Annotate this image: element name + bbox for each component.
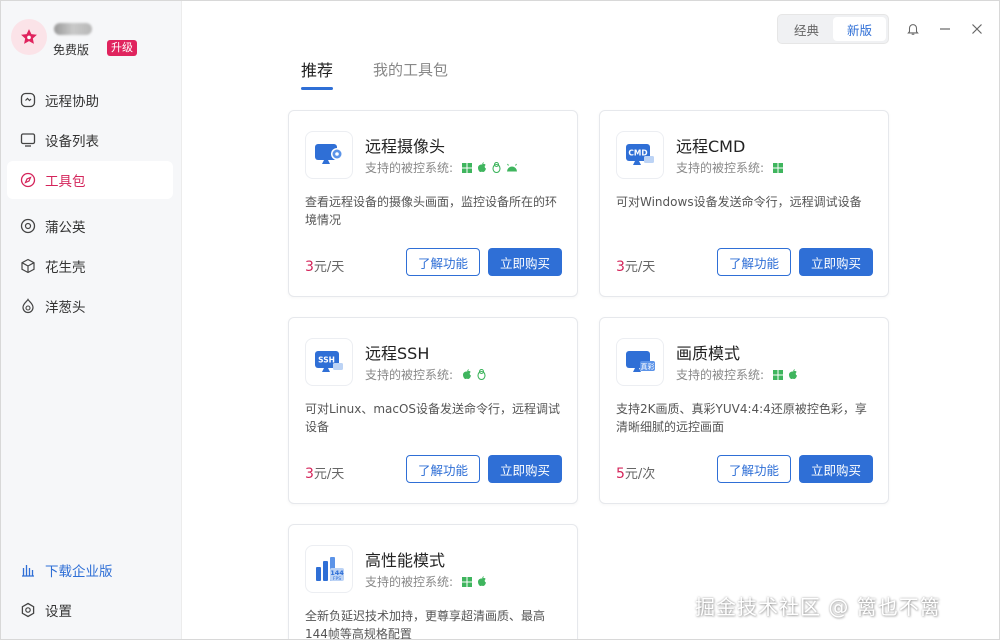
card-title: 高性能模式 <box>365 551 446 570</box>
buy-now-button[interactable]: 立即购买 <box>799 248 873 276</box>
linux-icon <box>477 369 486 380</box>
svg-text:144: 144 <box>330 569 344 577</box>
upgrade-badge[interactable]: 升级 <box>107 40 137 56</box>
sidebar-item-label: 下载企业版 <box>45 564 113 580</box>
card-remote-ssh: SSH 远程SSH 支持的被控系统: 可对Linux、macOS设备发送命令行，… <box>288 317 578 504</box>
os-support: 支持的被控系统: <box>365 573 487 590</box>
version-new-button[interactable]: 新版 <box>833 17 886 41</box>
sidebar-item-remote-assist[interactable]: 远程协助 <box>7 81 173 119</box>
tab-my-toolkit[interactable]: 我的工具包 <box>373 57 448 89</box>
windows-icon <box>773 369 784 380</box>
card-price: 5元/次 <box>616 466 656 482</box>
card-title: 远程CMD <box>676 137 746 156</box>
tab-bar: 推荐 我的工具包 <box>301 57 488 91</box>
sidebar-item-label: 设备列表 <box>45 134 99 150</box>
sidebar-item-label: 远程协助 <box>45 94 99 110</box>
fps-icon: 144 FPS <box>305 545 353 593</box>
version-toggle: 经典 新版 <box>777 14 889 44</box>
apple-icon <box>477 576 487 587</box>
buy-now-button[interactable]: 立即购买 <box>799 455 873 483</box>
sidebar-item-onion[interactable]: 洋葱头 <box>7 287 173 325</box>
bell-icon[interactable] <box>903 19 923 39</box>
learn-more-button[interactable]: 了解功能 <box>717 248 791 276</box>
onion-icon <box>19 297 37 315</box>
sidebar-item-label: 工具包 <box>45 174 86 190</box>
watermark: 掘金技术社区 @ 篱也不篱 <box>695 595 941 619</box>
cmd-icon: CMD <box>616 131 664 179</box>
sidebar-bottom: 下载企业版 设置 <box>7 551 173 631</box>
card-description: 可对Windows设备发送命令行，远程调试设备 <box>616 195 862 209</box>
card-remote-camera: 远程摄像头 支持的被控系统: 查看远程设备的摄像头画面，监控设备所在的环境情况 … <box>288 110 578 297</box>
gear-icon <box>19 601 37 619</box>
buy-now-button[interactable]: 立即购买 <box>488 248 562 276</box>
version-classic-button[interactable]: 经典 <box>780 17 833 41</box>
svg-text:真彩: 真彩 <box>641 362 655 371</box>
sidebar-item-download-enterprise[interactable]: 下载企业版 <box>7 551 173 589</box>
os-support: 支持的被控系统: <box>676 159 784 176</box>
sidebar-item-dandelion[interactable]: 蒲公英 <box>7 207 173 245</box>
remote-assist-icon <box>19 91 37 109</box>
app-window: 免费版 升级 远程协助 设备列表 工具包 蒲公英 花生壳 洋葱头 下载企业版 设… <box>0 0 1000 640</box>
sidebar-item-toolkit[interactable]: 工具包 <box>7 161 173 199</box>
avatar[interactable] <box>11 19 47 55</box>
sidebar-item-label: 蒲公英 <box>45 220 86 236</box>
dandelion-icon <box>19 217 37 235</box>
windows-icon <box>773 162 784 173</box>
card-description: 查看远程设备的摄像头画面，监控设备所在的环境情况 <box>305 195 558 227</box>
learn-more-button[interactable]: 了解功能 <box>406 455 480 483</box>
enterprise-icon <box>19 561 37 579</box>
android-icon <box>506 163 518 172</box>
compass-icon <box>19 171 37 189</box>
learn-more-button[interactable]: 了解功能 <box>717 455 791 483</box>
card-price: 3元/天 <box>305 259 345 275</box>
os-support: 支持的被控系统: <box>365 366 486 383</box>
profile[interactable]: 免费版 升级 <box>11 19 176 59</box>
apple-icon <box>462 369 472 380</box>
tab-recommended[interactable]: 推荐 <box>301 57 334 90</box>
linux-icon <box>492 162 501 173</box>
close-icon[interactable] <box>967 19 987 39</box>
sidebar-item-peanut-shell[interactable]: 花生壳 <box>7 247 173 285</box>
card-title: 远程摄像头 <box>365 137 446 156</box>
buy-now-button[interactable]: 立即购买 <box>488 455 562 483</box>
card-description: 支持2K画质、真彩YUV4:4:4还原被控色彩，享清晰细腻的远控画面 <box>616 402 867 434</box>
svg-text:FPS: FPS <box>333 576 341 582</box>
sidebar-item-label: 洋葱头 <box>45 300 86 316</box>
svg-text:SSH: SSH <box>318 356 335 365</box>
true-color-icon: 真彩 <box>616 338 664 386</box>
windows-icon <box>462 576 473 587</box>
card-high-performance: 144 FPS 高性能模式 支持的被控系统: 全新负延迟技术加持，更尊享超清画质… <box>288 524 578 640</box>
monitor-icon <box>19 131 37 149</box>
camera-icon <box>305 131 353 179</box>
card-title: 画质模式 <box>676 344 741 363</box>
card-remote-cmd: CMD 远程CMD 支持的被控系统: 可对Windows设备发送命令行，远程调试… <box>599 110 889 297</box>
card-quality-mode: 真彩 画质模式 支持的被控系统: 支持2K画质、真彩YUV4:4:4还原被控色彩… <box>599 317 889 504</box>
minimize-icon[interactable] <box>935 19 955 39</box>
os-support: 支持的被控系统: <box>676 366 798 383</box>
windows-icon <box>462 162 473 173</box>
card-description: 全新负延迟技术加持，更尊享超清画质、最高144帧等高规格配置 <box>305 609 546 640</box>
sidebar-item-label: 花生壳 <box>45 260 86 276</box>
sidebar: 免费版 升级 远程协助 设备列表 工具包 蒲公英 花生壳 洋葱头 下载企业版 设… <box>1 1 182 639</box>
plan-label: 免费版 <box>53 43 90 57</box>
apple-icon <box>477 162 487 173</box>
sidebar-item-label: 设置 <box>45 604 72 620</box>
card-title: 远程SSH <box>365 344 430 363</box>
sidebar-item-device-list[interactable]: 设备列表 <box>7 121 173 159</box>
card-price: 3元/天 <box>616 259 656 275</box>
sidebar-item-settings[interactable]: 设置 <box>7 591 173 629</box>
learn-more-button[interactable]: 了解功能 <box>406 248 480 276</box>
ssh-icon: SSH <box>305 338 353 386</box>
apple-icon <box>788 369 798 380</box>
card-description: 可对Linux、macOS设备发送命令行，远程调试设备 <box>305 402 561 434</box>
svg-text:CMD: CMD <box>628 149 647 158</box>
star-avatar-icon <box>21 29 37 44</box>
username-blurred <box>54 23 92 35</box>
card-price: 3元/天 <box>305 466 345 482</box>
cube-icon <box>19 257 37 275</box>
os-support: 支持的被控系统: <box>365 159 518 176</box>
sidebar-nav: 远程协助 设备列表 工具包 蒲公英 花生壳 洋葱头 <box>7 81 173 327</box>
